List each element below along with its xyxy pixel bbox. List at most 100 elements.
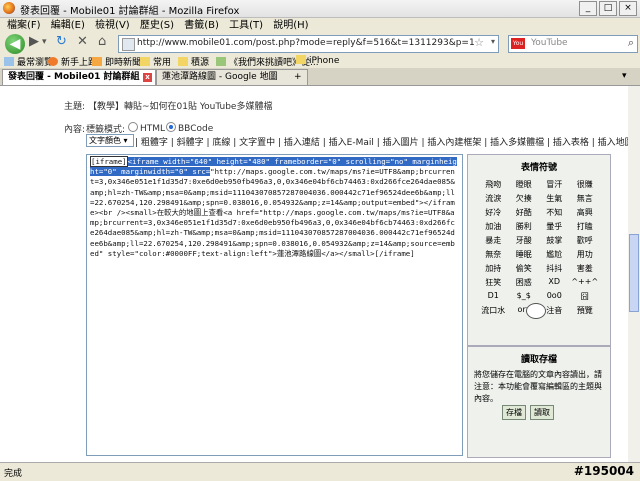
- title-bar: 發表回覆 - Mobile01 討論群組 - Mozilla Firefox _…: [0, 0, 640, 18]
- menu-file[interactable]: 檔案(F): [7, 18, 41, 33]
- emoticon-item[interactable]: 勝利: [509, 221, 540, 232]
- bookmark-item[interactable]: 最常瀏覽: [4, 55, 53, 68]
- emoticon-item[interactable]: 瞪眼: [509, 179, 540, 190]
- emoticon-item[interactable]: 睡眠: [509, 249, 540, 260]
- draft-panel: 讀取存檔 將您儲存在電腦的文章內容讀出，請注意：本功能會覆寫編輯區的主題與內容。…: [467, 346, 611, 458]
- address-bar[interactable]: http://www.mobile01.com/post.php?mode=re…: [118, 35, 499, 53]
- emoticon-item[interactable]: 生氣: [539, 193, 570, 204]
- tab-reply[interactable]: 發表回覆 - Mobile01 討論群組 x: [2, 69, 156, 85]
- draft-buttons: 存檔 讀取: [502, 405, 554, 420]
- emoticon-item[interactable]: 打瞌: [570, 221, 601, 232]
- emoticon-item[interactable]: 害羞: [570, 263, 601, 274]
- menu-bookmarks[interactable]: 書籤(B): [184, 18, 219, 33]
- close-tab-icon[interactable]: x: [143, 73, 152, 82]
- mode-html-option[interactable]: HTML: [128, 122, 165, 134]
- emoticon-item[interactable]: 尷尬: [539, 249, 570, 260]
- tab-google-map[interactable]: 蓮池潭路線圖 - Google 地圖: [156, 69, 308, 85]
- bookmark-item[interactable]: iPhone: [296, 55, 339, 66]
- editor-toolbar[interactable]: | 粗體字 | 斜體字 | 底線 | 文字置中 | 插入連結 | 插入E-Mai…: [135, 135, 634, 148]
- emoticon-item[interactable]: 高興: [570, 207, 601, 218]
- bookmark-item[interactable]: 常用: [140, 55, 171, 68]
- forward-button[interactable]: ▶: [29, 34, 39, 49]
- emoticon-item[interactable]: ^++^: [570, 277, 601, 288]
- emoticon-item[interactable]: 無奈: [478, 249, 509, 260]
- emoticon-item[interactable]: XD: [539, 277, 570, 288]
- emoticon-item[interactable]: 無言: [570, 193, 601, 204]
- radio-html[interactable]: [128, 122, 138, 132]
- mode-bbcode-option[interactable]: BBCode: [166, 122, 213, 134]
- reload-icon[interactable]: ↻: [56, 34, 67, 49]
- emoticon-item[interactable]: 抖抖: [539, 263, 570, 274]
- emoticon-item[interactable]: 加油: [478, 221, 509, 232]
- editor-text: "http://maps.google.com.tw/maps/ms?ie=UT…: [90, 167, 455, 258]
- address-dropdown-icon[interactable]: ▾: [491, 37, 495, 46]
- page-icon: [216, 57, 226, 66]
- home-icon[interactable]: ⌂: [98, 34, 106, 49]
- emoticon-item[interactable]: 暴走: [478, 235, 509, 246]
- scrollbar-thumb[interactable]: [629, 234, 639, 312]
- bookmarks-bar: 最常瀏覽 新手上路 即時新聞 常用 積源 《我們來挑讀吧》從... iPhone: [0, 54, 640, 68]
- emoticon-item[interactable]: 偷笑: [509, 263, 540, 274]
- search-bar[interactable]: You YouTube ⌕: [508, 35, 638, 53]
- menu-bar: 檔案(F) 編輯(E) 檢視(V) 歷史(S) 書籤(B) 工具(T) 說明(H…: [0, 18, 640, 33]
- folder-icon: [296, 55, 306, 64]
- emoticon-item[interactable]: 欠揍: [509, 193, 540, 204]
- bookmark-star-icon[interactable]: ☆: [474, 36, 484, 49]
- emoticon-item[interactable]: $_$: [509, 291, 540, 302]
- save-draft-button[interactable]: 存檔: [502, 405, 526, 420]
- load-draft-button[interactable]: 讀取: [530, 405, 554, 420]
- rss-icon: [92, 57, 102, 66]
- stop-icon[interactable]: ✕: [77, 34, 88, 49]
- emoticon-item[interactable]: 流口水: [478, 305, 509, 316]
- folder-icon: [178, 57, 188, 66]
- navigation-bar: ◀ ▶ ▾ ↻ ✕ ⌂ http://www.mobile01.com/post…: [0, 33, 640, 54]
- draft-title: 讀取存檔: [520, 355, 557, 365]
- emoticon-item[interactable]: 流淚: [478, 193, 509, 204]
- emoticon-item[interactable]: 鼓掌: [539, 235, 570, 246]
- smiley-face-icon: [526, 303, 546, 319]
- emoticon-item[interactable]: 飛吻: [478, 179, 509, 190]
- emoticon-item[interactable]: 好酷: [509, 207, 540, 218]
- emoticon-item[interactable]: 狂笑: [478, 277, 509, 288]
- firefox-icon: [3, 2, 15, 14]
- radio-bbcode[interactable]: [166, 122, 176, 132]
- emoticon-item[interactable]: 歡呼: [570, 235, 601, 246]
- emoticon-item[interactable]: 加持: [478, 263, 509, 274]
- new-tab-icon[interactable]: +: [294, 72, 302, 82]
- font-color-select[interactable]: 文字顏色 ▾: [86, 134, 134, 147]
- emoticon-item[interactable]: 很賺: [570, 179, 601, 190]
- emoticon-item[interactable]: 冒汗: [539, 179, 570, 190]
- emoticon-item[interactable]: 不知: [539, 207, 570, 218]
- close-button[interactable]: ×: [619, 1, 637, 16]
- emoticon-item[interactable]: 困惑: [509, 277, 540, 288]
- emoticon-item[interactable]: 暈乎: [539, 221, 570, 232]
- menu-history[interactable]: 歷史(S): [140, 18, 174, 33]
- emoticon-item[interactable]: 囧: [570, 291, 601, 302]
- menu-help[interactable]: 說明(H): [273, 18, 308, 33]
- minimize-button[interactable]: _: [579, 1, 597, 16]
- menu-edit[interactable]: 編輯(E): [51, 18, 85, 33]
- emoticon-item[interactable]: 牙酸: [509, 235, 540, 246]
- emoticon-item[interactable]: 用功: [570, 249, 601, 260]
- maximize-button[interactable]: □: [599, 1, 617, 16]
- bookmark-item[interactable]: 積源: [178, 55, 209, 68]
- menu-tools[interactable]: 工具(T): [229, 18, 263, 33]
- history-dropdown-icon[interactable]: ▾: [42, 37, 47, 47]
- emoticon-item[interactable]: 好冷: [478, 207, 509, 218]
- tab-list-icon[interactable]: ▾: [622, 71, 627, 81]
- emoticon-item[interactable]: D1: [478, 291, 509, 302]
- emoticon-panel: 表情符號 飛吻 瞪眼 冒汗 很賺流淚 欠揍 生氣 無言好冷 好酷 不知 高興加油 勝利 暈乎 打瞌暴走牙…: [467, 154, 611, 346]
- emoticon-item[interactable]: 0o0: [539, 291, 570, 302]
- vertical-scrollbar[interactable]: [628, 86, 640, 462]
- firefox-icon: [48, 57, 58, 66]
- bookmark-item[interactable]: 新手上路: [48, 55, 97, 68]
- back-button[interactable]: ◀: [5, 34, 25, 54]
- menu-view[interactable]: 檢視(V): [95, 18, 130, 33]
- message-editor[interactable]: [iframe]<iframe width="640" height="480"…: [86, 154, 463, 456]
- youtube-icon[interactable]: You: [511, 38, 525, 49]
- iframe-tag: [iframe]: [90, 156, 128, 167]
- emoticon-item[interactable]: 預覽: [570, 305, 601, 316]
- search-icon[interactable]: ⌕: [628, 36, 634, 50]
- bookmark-item[interactable]: 即時新聞: [92, 55, 141, 68]
- emoticon-title: 表情符號: [520, 163, 557, 173]
